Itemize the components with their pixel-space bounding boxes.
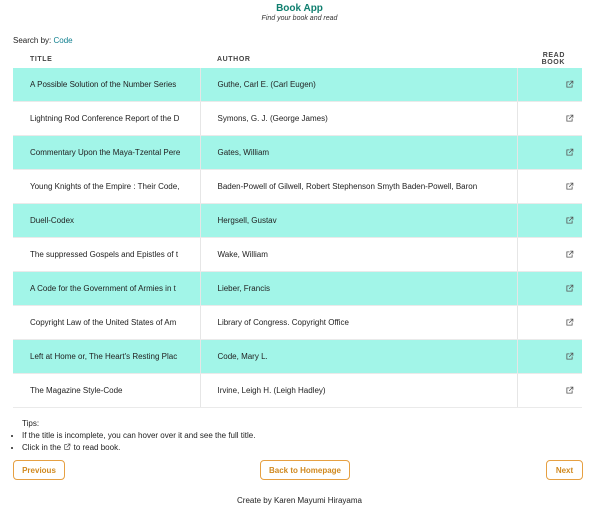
read-book-cell	[517, 169, 582, 204]
tips-title: Tips:	[22, 419, 40, 428]
app-subtitle: Find your book and read	[261, 15, 338, 22]
external-link-icon[interactable]	[565, 386, 574, 395]
read-book-cell	[517, 237, 582, 272]
read-book-cell	[517, 68, 582, 102]
external-link-icon[interactable]	[565, 216, 574, 225]
tip-item: If the title is incomplete, you can hove…	[22, 430, 255, 442]
book-title[interactable]: Copyright Law of the United States of Am	[13, 305, 201, 340]
column-header-read-book: READ BOOK	[541, 52, 565, 66]
books-table: TITLE AUTHOR READ BOOK A Possible Soluti…	[13, 50, 582, 408]
table-row: Lightning Rod Conference Report of the D…	[13, 101, 582, 136]
book-title[interactable]: The suppressed Gospels and Epistles of t	[13, 237, 201, 272]
book-title[interactable]: Young Knights of the Empire : Their Code…	[13, 169, 201, 204]
table-row: Duell-Codex Hergsell, Gustav	[13, 203, 582, 238]
external-link-icon[interactable]	[565, 182, 574, 191]
table-row: Copyright Law of the United States of Am…	[13, 305, 582, 340]
book-title[interactable]: Duell-Codex	[13, 203, 201, 238]
column-header-title: TITLE	[30, 55, 53, 63]
tips-list: If the title is incomplete, you can hove…	[13, 430, 255, 454]
external-link-icon[interactable]	[565, 318, 574, 327]
read-book-cell	[517, 271, 582, 306]
tip-item: Click in the to read book.	[22, 442, 255, 454]
table-row: Commentary Upon the Maya-Tzental Pere Gat…	[13, 135, 582, 170]
external-link-icon[interactable]	[565, 250, 574, 259]
book-author: Irvine, Leigh H. (Leigh Hadley)	[200, 373, 518, 408]
tips-section: Tips: If the title is incomplete, you ca…	[13, 418, 255, 454]
table-row: Young Knights of the Empire : Their Code…	[13, 169, 582, 204]
read-book-cell	[517, 101, 582, 136]
book-author: Guthe, Carl E. (Carl Eugen)	[200, 68, 518, 102]
book-author: Gates, William	[200, 135, 518, 170]
next-button[interactable]: Next	[546, 460, 583, 480]
book-author: Hergsell, Gustav	[200, 203, 518, 238]
tip-text-before: Click in the	[22, 443, 62, 452]
book-title[interactable]: Commentary Upon the Maya-Tzental Pere	[13, 135, 201, 170]
book-author: Baden-Powell of Gilwell, Robert Stephens…	[200, 169, 518, 204]
table-row: Left at Home or, The Heart's Resting Pla…	[13, 339, 582, 374]
table-row: The suppressed Gospels and Epistles of t…	[13, 237, 582, 272]
read-book-cell	[517, 339, 582, 374]
book-title[interactable]: Left at Home or, The Heart's Resting Pla…	[13, 339, 201, 374]
tip-text-after: to read book.	[73, 443, 121, 452]
table-header-row: TITLE AUTHOR READ BOOK	[13, 50, 582, 68]
external-link-icon[interactable]	[565, 114, 574, 123]
previous-button[interactable]: Previous	[13, 460, 65, 480]
book-title[interactable]: Lightning Rod Conference Report of the D	[13, 101, 201, 136]
external-link-icon[interactable]	[565, 352, 574, 361]
external-link-icon	[64, 443, 71, 450]
book-title[interactable]: A Code for the Government of Armies in t	[13, 271, 201, 306]
back-to-homepage-button[interactable]: Back to Homepage	[260, 460, 350, 480]
read-book-cell	[517, 305, 582, 340]
read-book-cell	[517, 373, 582, 408]
table-row: A Code for the Government of Armies in t…	[13, 271, 582, 306]
search-by: Search by: Code	[13, 36, 73, 45]
book-author: Lieber, Francis	[200, 271, 518, 306]
external-link-icon[interactable]	[565, 148, 574, 157]
book-title[interactable]: The Magazine Style-Code	[13, 373, 201, 408]
external-link-icon[interactable]	[565, 80, 574, 89]
external-link-icon[interactable]	[565, 284, 574, 293]
search-by-value[interactable]: Code	[53, 36, 72, 45]
book-author: Code, Mary L.	[200, 339, 518, 374]
book-author: Wake, William	[200, 237, 518, 272]
column-header-author: AUTHOR	[217, 55, 251, 63]
table-body: A Possible Solution of the Number Series…	[13, 68, 582, 408]
app-title: Book App	[276, 3, 323, 14]
app-header: Book App Find your book and read	[0, 0, 599, 23]
read-book-cell	[517, 203, 582, 238]
table-row: A Possible Solution of the Number Series…	[13, 68, 582, 102]
footer-credit: Create by Karen Mayumi Hirayama	[237, 496, 362, 505]
read-book-cell	[517, 135, 582, 170]
search-by-label: Search by:	[13, 36, 52, 45]
book-title[interactable]: A Possible Solution of the Number Series	[13, 68, 201, 102]
book-author: Library of Congress. Copyright Office	[200, 305, 518, 340]
table-row: The Magazine Style-Code Irvine, Leigh H. …	[13, 373, 582, 408]
book-author: Symons, G. J. (George James)	[200, 101, 518, 136]
